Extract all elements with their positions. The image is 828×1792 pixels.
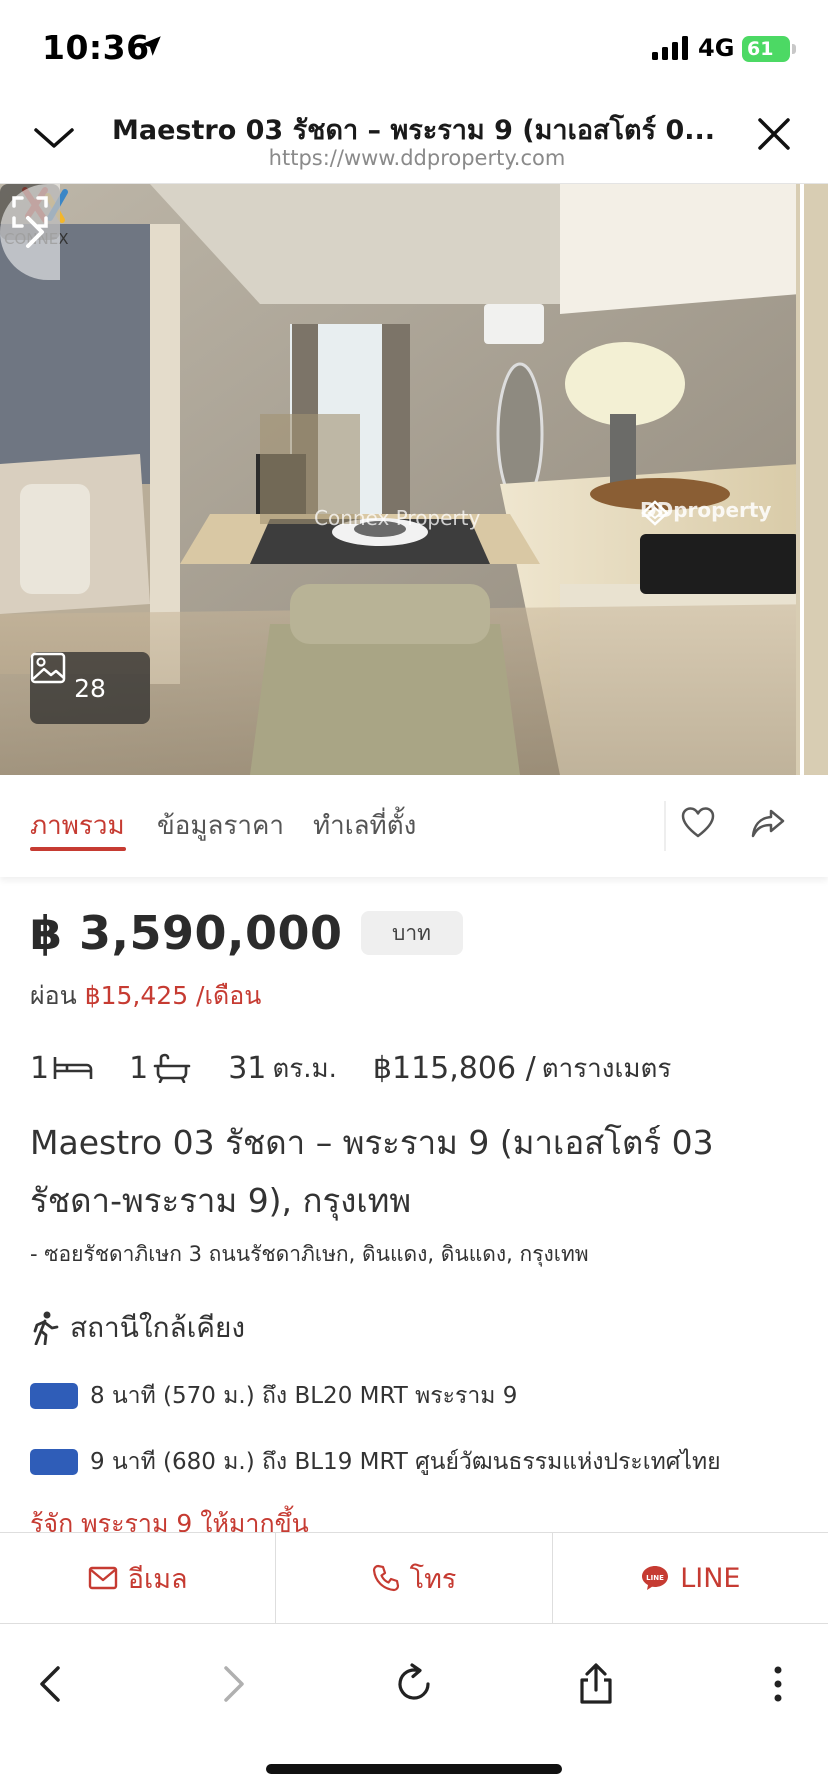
- location-arrow-icon: [141, 36, 161, 56]
- network-type: 4G: [698, 34, 735, 62]
- chevron-down-icon[interactable]: [32, 116, 76, 160]
- station-item[interactable]: 9 นาที (680 ม.) ถึง BL19 MRT ศูนย์วัฒนธร…: [30, 1444, 721, 1480]
- line-button[interactable]: LINE LINE: [553, 1533, 828, 1623]
- station-item[interactable]: 8 นาที (570 ม.) ถึง BL20 MRT พระราม 9: [30, 1378, 517, 1414]
- ddproperty-logo-icon: [641, 500, 669, 526]
- page-url[interactable]: https://www.ddproperty.com: [112, 146, 722, 170]
- installment-prefix: ผ่อน: [30, 981, 77, 1010]
- price-per-sqm-value: ฿115,806 /: [372, 1050, 536, 1086]
- station-text: 9 นาที (680 ม.) ถึง BL19 MRT ศูนย์วัฒนธร…: [90, 1449, 721, 1475]
- phone-icon: [372, 1564, 399, 1592]
- price-per-sqm-spec: ฿115,806 / ตารางเมตร: [373, 1048, 671, 1089]
- battery-tip: [792, 44, 796, 54]
- know-more-link[interactable]: รู้จัก พระราม 9 ให้มากขึ้น: [30, 1504, 309, 1532]
- listing-photo[interactable]: Connex Property DDproperty CONNEX 28: [0, 184, 828, 775]
- contact-bar: อีเมล โทร LINE LINE: [0, 1532, 828, 1624]
- tab-location[interactable]: ทำเลที่ตั้ง: [313, 805, 416, 846]
- heart-icon[interactable]: [680, 805, 716, 841]
- forward-icon[interactable]: [210, 1662, 254, 1706]
- tabs-divider: [664, 801, 666, 851]
- reload-icon[interactable]: [392, 1662, 436, 1706]
- bathrooms-spec: 1: [129, 1051, 192, 1086]
- price-unit-badge: บาท: [360, 911, 463, 955]
- call-button[interactable]: โทร: [276, 1533, 553, 1623]
- browser-toolbar: [0, 1624, 828, 1744]
- signal-icon: [652, 36, 688, 60]
- mrt-line-swatch: [30, 1383, 78, 1409]
- home-indicator[interactable]: [266, 1764, 562, 1774]
- email-button[interactable]: อีเมล: [0, 1533, 277, 1623]
- listing-address: - ซอยรัชดาภิเษก 3 ถนนรัชดาภิเษก, ดินแดง,…: [30, 1242, 589, 1266]
- listing-tabs: ภาพรวม ข้อมูลราคา ทำเลที่ตั้ง: [0, 775, 828, 877]
- nearby-stations-heading: สถานีใกล้เคียง: [30, 1306, 245, 1350]
- installment-text: ผ่อน ฿15,425 /เดือน: [30, 976, 261, 1016]
- specs-row: 1 1 31 ตร.ม. ฿115,806 / ตารางเมตร: [30, 1046, 671, 1090]
- tab-overview[interactable]: ภาพรวม: [30, 805, 125, 846]
- photo-count-button[interactable]: 28: [30, 652, 150, 724]
- site-watermark: DDproperty: [640, 498, 771, 526]
- bedrooms-spec: 1: [30, 1051, 93, 1086]
- back-icon[interactable]: [30, 1662, 74, 1706]
- station-text: 8 นาที (570 ม.) ถึง BL20 MRT พระราม 9: [90, 1383, 518, 1409]
- listing-title-line-1: Maestro 03 รัชดา – พระราม 9 (มาเอสโตร์ 0…: [30, 1123, 714, 1162]
- listing-title: Maestro 03 รัชดา – พระราม 9 (มาเอสโตร์ 0…: [30, 1114, 800, 1230]
- status-bar: 10:36 4G 61: [0, 0, 828, 96]
- bed-icon: [53, 1057, 93, 1079]
- page-title: Maestro 03 รัชดา – พระราม 9 (มาเอสโตร์ 0…: [112, 115, 716, 146]
- line-label: LINE: [680, 1562, 741, 1594]
- listing-price: ฿ 3,590,000: [30, 906, 343, 960]
- photos-icon: [30, 652, 66, 684]
- area-spec: 31 ตร.ม.: [228, 1048, 337, 1089]
- bath-icon: [153, 1053, 191, 1083]
- tab-price-info[interactable]: ข้อมูลราคา: [157, 805, 284, 846]
- walking-icon: [33, 1311, 59, 1345]
- bathrooms-count: 1: [129, 1050, 149, 1086]
- upload-icon[interactable]: [574, 1662, 618, 1706]
- area-unit: ตร.ม.: [272, 1053, 337, 1084]
- close-icon[interactable]: [754, 114, 794, 154]
- agent-watermark: Connex Property: [314, 506, 481, 530]
- installment-value[interactable]: ฿15,425 /เดือน: [85, 981, 262, 1010]
- line-icon-text: LINE: [646, 1574, 664, 1582]
- photo-count: 28: [74, 673, 106, 703]
- line-icon: LINE: [642, 1566, 669, 1590]
- mrt-line-swatch: [30, 1449, 78, 1475]
- price-row: ฿ 3,590,000 บาท: [30, 903, 463, 963]
- price-per-sqm-unit: ตารางเมตร: [541, 1053, 672, 1084]
- battery-level: 61: [742, 36, 790, 62]
- call-label: โทร: [409, 1563, 457, 1595]
- more-icon[interactable]: [756, 1662, 800, 1706]
- status-time: 10:36: [42, 28, 150, 67]
- email-label: อีเมล: [127, 1563, 188, 1595]
- nearby-heading-text: สถานีใกล้เคียง: [70, 1311, 246, 1344]
- bedrooms-count: 1: [30, 1050, 50, 1086]
- listing-title-line-2: รัชดา-พระราม 9), กรุงเทพ: [30, 1181, 412, 1220]
- share-icon[interactable]: [750, 805, 786, 841]
- browser-header: Maestro 03 รัชดา – พระราม 9 (มาเอสโตร์ 0…: [0, 96, 828, 184]
- area-value: 31: [228, 1050, 267, 1086]
- active-tab-indicator: [30, 847, 126, 851]
- mail-icon: [88, 1566, 117, 1590]
